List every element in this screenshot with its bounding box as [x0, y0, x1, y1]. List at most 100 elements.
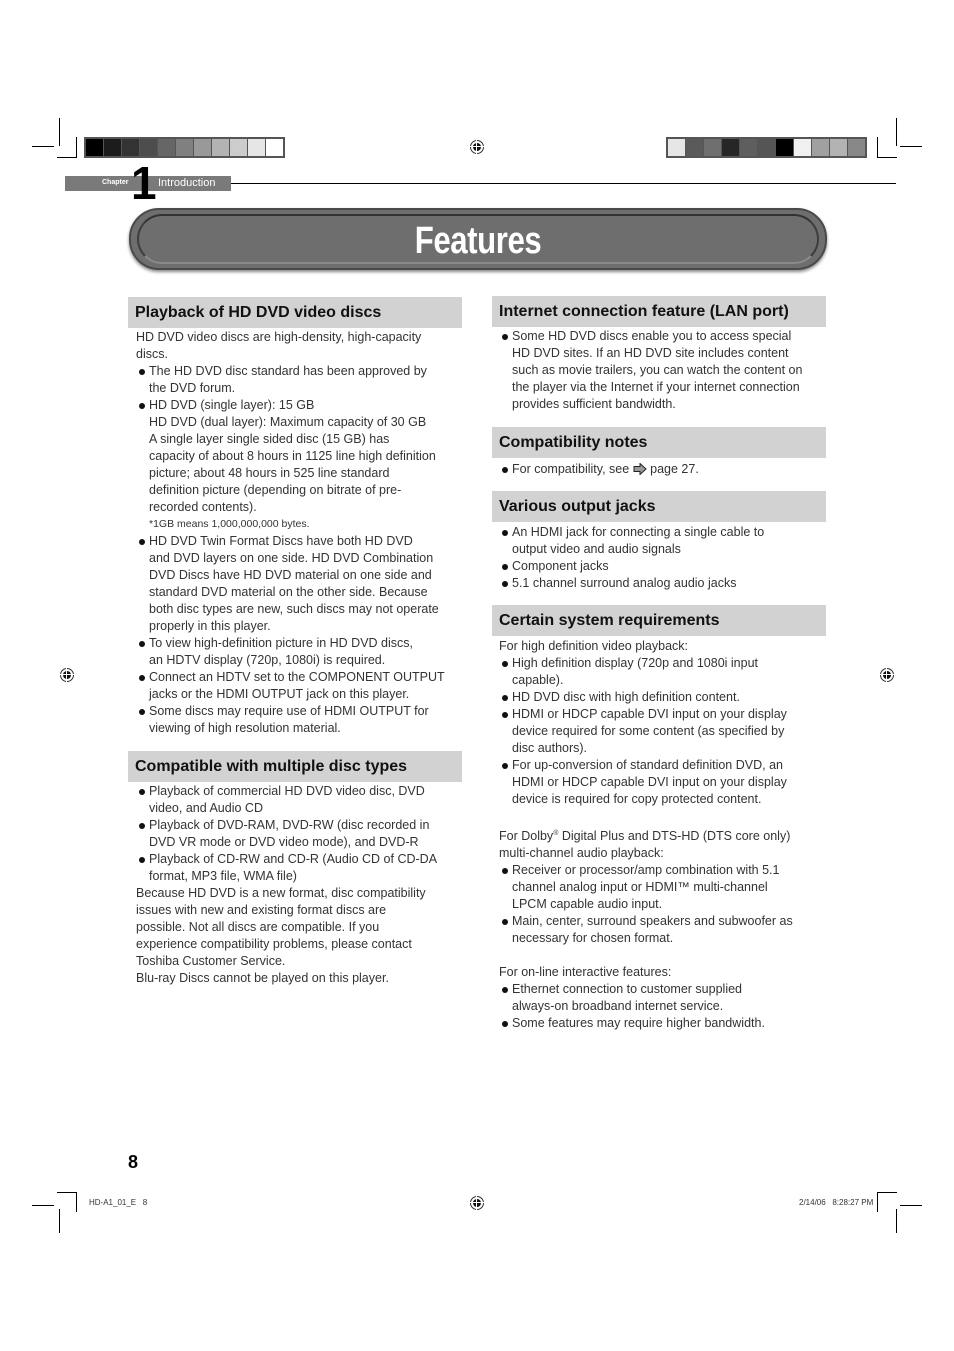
grayscale-swatch: [158, 139, 175, 156]
crop-mark: [877, 157, 897, 158]
text-line: Some features may require higher bandwid…: [512, 1016, 765, 1031]
bullet-icon: [502, 564, 508, 570]
text-line: format, MP3 file, WMA file): [149, 869, 297, 883]
grayscale-swatch: [704, 139, 721, 156]
text-line: HD DVD (dual layer): Maximum capacity of…: [149, 415, 427, 429]
text-line: For Dolby® Digital Plus and DTS-HD (DTS …: [499, 829, 791, 844]
text-line: discs.: [136, 347, 168, 361]
grayscale-bar-left: [84, 137, 285, 158]
bullet-icon: [139, 403, 145, 409]
bullet-icon: [502, 919, 508, 926]
list-item: For up-conversion of standard definition…: [499, 757, 829, 808]
grayscale-swatch: [230, 139, 247, 156]
list-item: HD DVD disc with high definition content…: [499, 689, 829, 706]
text-line: necessary for chosen format.: [512, 931, 674, 946]
text-line: HDMI or HDCP capable DVI input on your d…: [512, 707, 787, 721]
requirements-intro: For on-line interactive features:: [499, 964, 829, 981]
text-line: The HD DVD disc standard has been approv…: [149, 364, 427, 378]
text-line: viewing of high resolution material.: [149, 721, 341, 735]
bullet-icon: [139, 789, 145, 795]
registration-mark-icon: [878, 666, 896, 684]
text-line: HD DVD (single layer): 15 GB: [149, 398, 315, 412]
grayscale-swatch: [722, 139, 739, 156]
page-reference-link[interactable]: page 27.: [650, 462, 699, 476]
section-body-playback: HD DVD video discs are high-density, hig…: [136, 329, 466, 737]
bullet-icon: [502, 712, 508, 718]
bullet-icon: [502, 1021, 508, 1028]
list-item: Some discs may require use of HDMI OUTPU…: [136, 703, 466, 737]
text-line: picture; about 48 hours in 525 line stan…: [149, 466, 390, 480]
list-item: Playback of DVD-RAM, DVD-RW (disc record…: [136, 817, 466, 851]
text-line: DVD VR mode or DVD video mode), and DVD-…: [149, 835, 419, 849]
list-item: HD DVD Twin Format Discs have both HD DV…: [136, 533, 466, 635]
paragraph: HD DVD video discs are high-density, hig…: [136, 329, 466, 363]
print-timestamp: 2/14/06 8:28:27 PM: [799, 1198, 874, 1207]
text-line: device required for some content (as spe…: [512, 724, 785, 738]
text-line: DVD Discs have HD DVD material on one si…: [149, 568, 432, 582]
text-line: Connect an HDTV set to the COMPONENT OUT…: [149, 670, 445, 684]
text-line: HD DVD video discs are high-density, hig…: [136, 330, 422, 344]
grayscale-swatch: [122, 139, 139, 156]
list-item: Main, center, surround speakers and subw…: [499, 913, 829, 947]
grayscale-swatch: [266, 139, 283, 156]
grayscale-swatch: [776, 139, 793, 156]
text-line: output video and audio signals: [512, 542, 681, 556]
text-line: Playback of DVD-RAM, DVD-RW (disc record…: [149, 818, 430, 832]
bullet-icon: [139, 675, 145, 681]
requirements-intro: For Dolby® Digital Plus and DTS-HD (DTS …: [499, 825, 829, 862]
crop-mark: [896, 1209, 897, 1233]
text-line: provides sufficient bandwidth.: [512, 397, 676, 411]
text-line: definition picture (depending on bitrate…: [149, 483, 402, 497]
text-line: HD DVD Twin Format Discs have both HD DV…: [149, 534, 413, 548]
list-item: Receiver or processor/amp combination wi…: [499, 862, 829, 913]
bullet-icon: [502, 661, 508, 667]
grayscale-swatch: [794, 139, 811, 156]
bullet-icon: [139, 823, 145, 829]
text-line: an HDTV display (720p, 1080i) is require…: [149, 653, 386, 667]
crop-mark: [32, 146, 54, 147]
section-body-compat-notes: For compatibility, see page 27.: [499, 461, 829, 478]
section-body-requirements: For high definition video playback: High …: [499, 638, 829, 1032]
text-line: recorded contents).: [149, 500, 257, 514]
crop-mark: [76, 1192, 77, 1212]
bullet-icon: [139, 369, 145, 375]
grayscale-swatch: [830, 139, 847, 156]
text-line: HD DVD disc with high definition content…: [512, 690, 740, 704]
text-line: Because HD DVD is a new format, disc com…: [136, 886, 426, 900]
chapter-label: Chapter: [102, 179, 129, 186]
list-item: HD DVD (single layer): 15 GB HD DVD (dual…: [136, 397, 466, 516]
text-line: Some discs may require use of HDMI OUTPU…: [149, 704, 429, 718]
list-item: The HD DVD disc standard has been approv…: [136, 363, 466, 397]
text-line: Ethernet connection to customer supplied: [512, 982, 742, 997]
text-line: properly in this player.: [149, 619, 271, 633]
list-item: Playback of CD-RW and CD-R (Audio CD of …: [136, 851, 466, 885]
grayscale-swatch: [248, 139, 265, 156]
text-line: Playback of CD-RW and CD-R (Audio CD of …: [149, 852, 438, 866]
text-line: standard DVD material on the other side.…: [149, 585, 428, 599]
crop-mark: [59, 118, 60, 146]
text-line: always-on broadband internet service.: [512, 999, 724, 1014]
text-line: such as movie trailers, you can watch th…: [512, 363, 803, 377]
bullet-icon: [502, 763, 508, 769]
text-line: video, and Audio CD: [149, 801, 263, 815]
text-line: For on-line interactive features:: [499, 965, 672, 980]
text-line: disc authors).: [512, 741, 588, 755]
requirements-intro: For high definition video playback:: [499, 638, 829, 655]
crop-mark: [59, 1209, 60, 1233]
grayscale-swatch: [758, 139, 775, 156]
section-heading-compatible: Compatible with multiple disc types: [128, 751, 462, 782]
paragraph: Because HD DVD is a new format, disc com…: [136, 885, 466, 987]
chapter-number: 1: [131, 157, 157, 209]
list-item: Playback of commercial HD DVD video disc…: [136, 783, 466, 817]
section-body-compatible: Playback of commercial HD DVD video disc…: [136, 783, 466, 987]
text-line: Some HD DVD discs enable you to access s…: [512, 329, 792, 343]
text-line: 5.1 channel surround analog audio jacks: [512, 576, 737, 590]
file-slug: HD-A1_01_E 8: [89, 1198, 148, 1207]
text-line: Toshiba Customer Service.: [136, 954, 286, 968]
crop-mark: [896, 118, 897, 146]
text-line: Playback of commercial HD DVD video disc…: [149, 784, 425, 798]
bullet-icon: [502, 868, 508, 875]
text-line: the DVD forum.: [149, 381, 236, 395]
section-body-output-jacks: An HDMI jack for connecting a single cab…: [499, 524, 829, 592]
page-title: Features: [414, 220, 542, 262]
